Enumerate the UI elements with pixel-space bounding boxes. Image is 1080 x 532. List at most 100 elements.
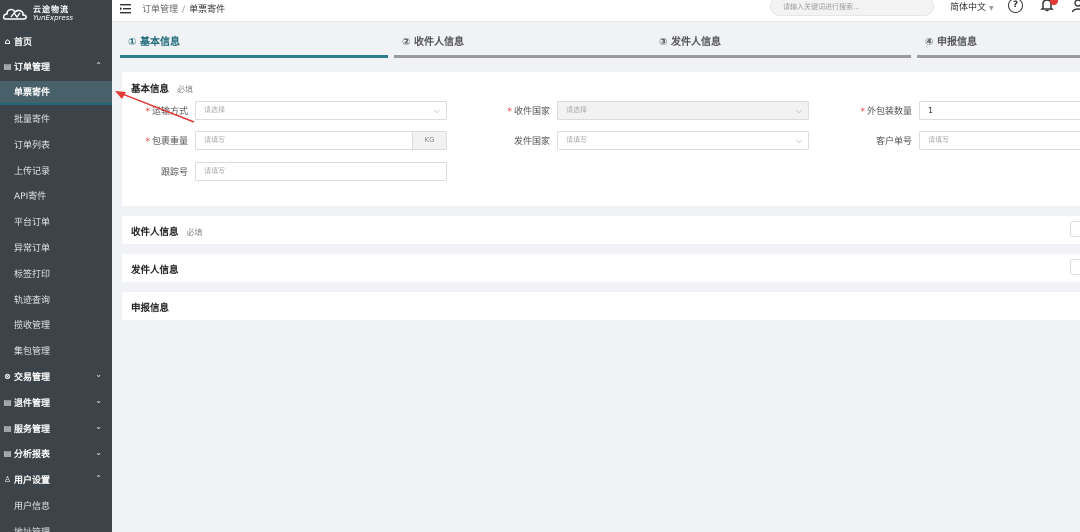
step-sender-info[interactable]: ③ 发件人信息 bbox=[651, 30, 911, 58]
step-declaration-info[interactable]: ④ 申报信息 bbox=[917, 30, 1080, 58]
home-icon: ⌂ bbox=[4, 36, 11, 46]
list-icon: ▤ bbox=[3, 397, 12, 407]
sidebar-item[interactable]: ▤ 分析报表 ⌄ bbox=[0, 442, 112, 466]
weight-placeholder: 请填写 bbox=[204, 136, 225, 144]
required-mark: * bbox=[507, 107, 512, 117]
tracking-number-input[interactable]: 请填写 bbox=[195, 162, 447, 181]
step-label: ① 基本信息 bbox=[128, 37, 180, 48]
menu-toggle-icon[interactable] bbox=[120, 3, 132, 15]
breadcrumb-item-order[interactable]: 订单管理 bbox=[142, 5, 178, 15]
sender-info-panel[interactable]: 发件人信息 bbox=[122, 254, 1080, 282]
breadcrumb: 订单管理 / 单票寄件 bbox=[142, 2, 225, 15]
top-header: 订单管理 / 单票寄件 请输入关键词进行搜索... 简体中文 ▼ ? bbox=[112, 0, 1080, 22]
search-input[interactable]: 请输入关键词进行搜索... bbox=[770, 0, 934, 16]
help-icon[interactable]: ? bbox=[1008, 0, 1023, 13]
sidebar-item[interactable]: 揽收管理 bbox=[0, 313, 112, 337]
sidebar-item[interactable]: ▤ 订单管理 ⌃ bbox=[0, 55, 112, 79]
sidebar-item[interactable]: 异常订单 bbox=[0, 235, 112, 259]
declaration-info-panel[interactable]: 申报信息 bbox=[122, 292, 1080, 320]
sidebar-item[interactable]: 平台订单 bbox=[0, 210, 112, 234]
sidebar-item-label: 退件管理 bbox=[14, 398, 51, 409]
step-indicator: ① 基本信息 ② 收件人信息 ③ 发件人信息 ④ 申报信息 bbox=[120, 30, 1080, 60]
sidebar-item-label: 单票寄件 bbox=[14, 88, 51, 99]
panel-toggle-button[interactable] bbox=[1070, 259, 1080, 275]
dest-country-label: * 收件国家 bbox=[480, 104, 550, 117]
sidebar-item-label: API寄件 bbox=[14, 192, 47, 203]
required-mark: * bbox=[860, 107, 865, 117]
sidebar-item[interactable]: 轨迹查询 bbox=[0, 287, 112, 311]
sidebar-item-label: 首页 bbox=[14, 37, 33, 48]
sidebar-item[interactable]: API寄件 bbox=[0, 184, 112, 208]
outer-pkg-label-text: 外包装数量 bbox=[866, 107, 912, 117]
sidebar-item[interactable]: 批量寄件 bbox=[0, 106, 112, 130]
sidebar-item[interactable]: 订单列表 bbox=[0, 132, 112, 156]
language-label: 简体中文 bbox=[950, 3, 987, 13]
recipient-title: 收件人信息 bbox=[131, 227, 179, 238]
step-basic-info[interactable]: ① 基本信息 bbox=[120, 30, 388, 58]
customer-no-label: 客户单号 bbox=[875, 137, 912, 147]
required-hint: 必填 bbox=[186, 228, 203, 237]
weight-input[interactable]: 请填写 KG bbox=[195, 131, 447, 150]
user-avatar-icon[interactable] bbox=[1072, 0, 1080, 13]
sidebar-item[interactable]: 标签打印 bbox=[0, 261, 112, 285]
tracking-label: 跟踪号 bbox=[160, 168, 188, 178]
sidebar-item-label: 订单管理 bbox=[14, 63, 51, 74]
sidebar-item-label: 批量寄件 bbox=[14, 114, 51, 125]
sidebar-item[interactable]: ▤ 退件管理 ⌄ bbox=[0, 390, 112, 414]
step-recipient-info[interactable]: ② 收件人信息 bbox=[394, 30, 652, 58]
chevron-down-icon: ⌵ bbox=[433, 106, 440, 115]
logo-icon bbox=[2, 8, 27, 20]
sidebar-item[interactable]: 上传记录 bbox=[0, 158, 112, 182]
breadcrumb-separator: / bbox=[182, 5, 186, 15]
chevron-down-icon: ⌄ bbox=[95, 396, 102, 406]
sidebar-item-label: 用户设置 bbox=[14, 476, 51, 487]
dest-country-select[interactable]: 请选择 ⌵ bbox=[557, 101, 809, 120]
notification-badge bbox=[1050, 0, 1058, 5]
sidebar-item[interactable]: ⌂ 首页 bbox=[0, 29, 112, 53]
customer-no-input[interactable]: 请填写 bbox=[919, 131, 1080, 150]
sidebar-item[interactable]: 用户信息 bbox=[0, 493, 112, 517]
list-icon: ▤ bbox=[3, 62, 12, 72]
annotation-arrow bbox=[115, 91, 195, 123]
weight-label-text: 包裹重量 bbox=[151, 137, 188, 147]
sidebar-item[interactable]: 单票寄件 bbox=[0, 80, 112, 105]
list-icon: ▤ bbox=[3, 423, 12, 433]
sidebar-item-label: 交易管理 bbox=[14, 372, 51, 383]
basic-info-panel: 基本信息必填 *运输方式 请选择⌵ *收件国家 请选择⌵ *外包装数量 1 *包… bbox=[122, 72, 1080, 206]
dest-country-placeholder: 请选择 bbox=[566, 106, 587, 114]
language-select[interactable]: 简体中文 ▼ bbox=[950, 0, 994, 13]
step-bar bbox=[917, 55, 1080, 58]
sidebar-item-label: 集包管理 bbox=[14, 347, 51, 358]
brand-logo[interactable]: 云途物流 YunExpress bbox=[0, 0, 112, 28]
user-icon: ♙ bbox=[3, 475, 12, 485]
chevron-down-icon: ⌄ bbox=[95, 447, 102, 457]
brand-name-cn: 云途物流 bbox=[33, 5, 69, 14]
sidebar-item-label: 轨迹查询 bbox=[14, 295, 51, 306]
origin-country-placeholder: 请填写 bbox=[566, 136, 587, 144]
transport-method-select[interactable]: 请选择 ⌵ bbox=[195, 101, 447, 120]
panel-title: 收件人信息 必填 bbox=[131, 224, 203, 238]
sidebar-item[interactable]: 集包管理 bbox=[0, 339, 112, 363]
sidebar: 云途物流 YunExpress ⌂ 首页 ▤ 订单管理 ⌃ 单票寄件 批量寄件 订单列表 上传记… bbox=[0, 0, 112, 532]
sidebar-item-label: 分析报表 bbox=[14, 450, 51, 461]
step-label: ③ 发件人信息 bbox=[659, 37, 721, 48]
sidebar-item[interactable]: ♙ 用户设置 ⌃ bbox=[0, 468, 112, 492]
chevron-down-icon: ⌄ bbox=[95, 422, 102, 431]
sidebar-item[interactable]: 地址管理 bbox=[0, 519, 112, 532]
step-label: ④ 申报信息 bbox=[925, 37, 977, 48]
origin-country-select[interactable]: 请填写 ⌵ bbox=[557, 131, 809, 150]
outer-pkg-quantity-input[interactable]: 1 bbox=[919, 101, 1080, 120]
sidebar-item-label: 上传记录 bbox=[14, 166, 51, 177]
sidebar-item-label: 地址管理 bbox=[14, 525, 50, 532]
brand-name-en: YunExpress bbox=[33, 14, 73, 22]
list-icon: ▤ bbox=[3, 449, 12, 459]
sidebar-item[interactable]: ⊗ 交易管理 ⌄ bbox=[0, 364, 112, 388]
chevron-up-icon: ⌃ bbox=[95, 60, 102, 70]
chevron-down-icon: ⌵ bbox=[795, 136, 802, 145]
weight-unit: KG bbox=[412, 132, 446, 149]
panel-toggle-button[interactable] bbox=[1070, 221, 1080, 237]
recipient-info-panel[interactable]: 收件人信息 必填 bbox=[122, 216, 1080, 244]
chevron-down-icon: ⌵ bbox=[795, 106, 802, 115]
sidebar-item[interactable]: ▤ 服务管理 ⌄ bbox=[0, 416, 112, 440]
outer-pkg-label: * 外包装数量 bbox=[842, 104, 912, 117]
